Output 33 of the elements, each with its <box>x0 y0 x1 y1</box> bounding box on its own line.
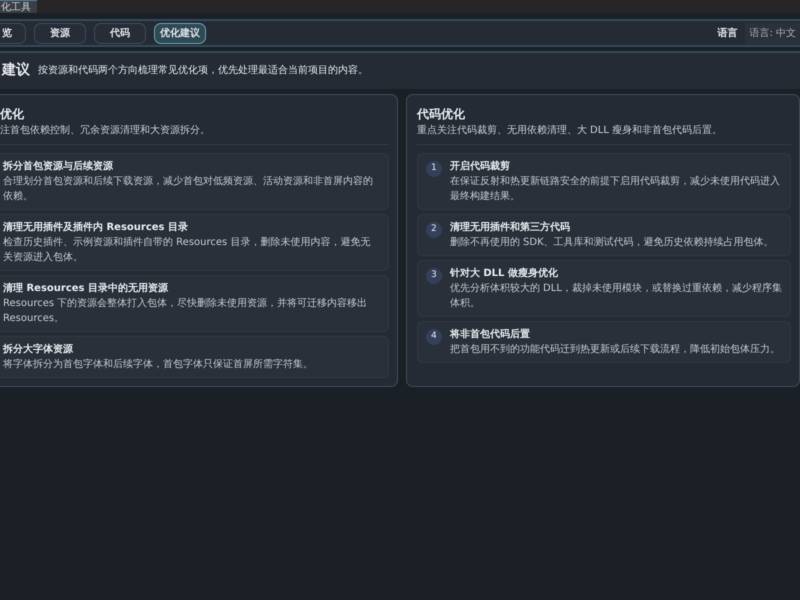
tab[interactable]: 优化建议 <box>154 22 206 44</box>
tab[interactable]: 代码 <box>94 22 146 44</box>
suggestion-description: Resources 下的资源会整体打入包体，尽快删除未使用资源，并将可迁移内容移出 Resources。 <box>3 296 368 326</box>
suggestion-description: 合理划分首包资源和后续下载资源，减少首包对低频资源、活动资源和非首屏内容的依赖。 <box>3 174 374 204</box>
window-tab[interactable]: 化工具 <box>0 0 37 13</box>
suggestion-title: 将非首包代码后置 <box>450 328 531 342</box>
suggestion-description: 删除不再使用的 SDK、工具库和测试代码，避免历史依赖持续占用包体。 <box>450 236 774 250</box>
step-number: 3 <box>426 268 442 284</box>
panel-subtitle: 注首包依赖控制、冗余资源清理和大资源拆分。 <box>0 124 211 138</box>
panel-title: 代码优化 <box>416 106 466 123</box>
suggestion-description: 把首包用不到的功能代码迁到热更新或后续下载流程，降低初始包体压力。 <box>450 342 780 357</box>
tab[interactable]: 览 <box>0 22 26 44</box>
suggestion-title: 清理无用插件和第三方代码 <box>450 220 571 235</box>
step-number: 2 <box>426 222 442 238</box>
language-select[interactable]: 语言: 中文 <box>745 22 800 44</box>
suggestion-title: 拆分首包资源与后续资源 <box>3 160 114 174</box>
step-number: 1 <box>426 161 442 177</box>
page-description: 按资源和代码两个方向梳理常见优化项，优先处理最适合当前项目的内容。 <box>38 64 368 78</box>
tab[interactable]: 资源 <box>34 22 86 44</box>
suggestion-description: 检查历史插件、示例资源和插件自带的 Resources 目录，删除未使用内容，避免无关资源进入包体。 <box>3 236 372 265</box>
suggestion-description: 优先分析体积较大的 DLL，裁掉未使用模块，或替换过重依赖，减少程序集体积。 <box>450 282 782 311</box>
panel-title: 优化 <box>0 106 25 123</box>
step-number: 4 <box>426 329 442 345</box>
suggestion-title: 针对大 DLL 做瘦身优化 <box>450 266 559 281</box>
suggestion-title: 清理无用插件及插件内 Resources 目录 <box>3 220 189 235</box>
suggestion-title: 开启代码裁剪 <box>450 159 511 174</box>
suggestion-description: 将字体拆分为首包字体和后续字体，首包字体只保证首屏所需字符集。 <box>3 358 313 372</box>
language-label: 语言 <box>717 26 738 40</box>
suggestion-title: 拆分大字体资源 <box>3 342 74 357</box>
page-title: 建议 <box>2 61 30 80</box>
panel-subtitle: 重点关注代码裁剪、无用依赖清理、大 DLL 瘦身和非首包代码后置。 <box>416 124 724 138</box>
suggestion-title: 清理 Resources 目录中的无用资源 <box>3 282 169 296</box>
suggestion-description: 在保证反射和热更新链路安全的前提下启用代码裁剪，减少未使用代码进入最终构建结果。 <box>450 174 781 204</box>
